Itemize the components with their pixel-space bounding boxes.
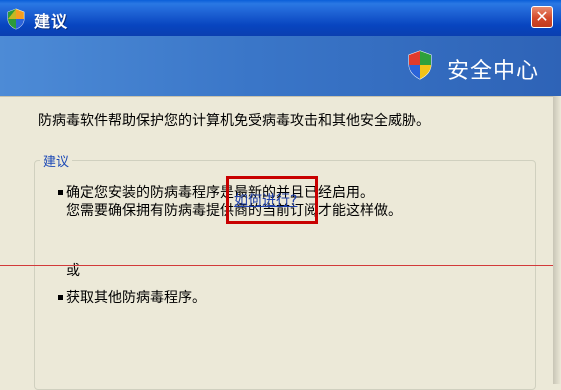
highlight-box [226, 176, 318, 224]
bullet2-text: 获取其他防病毒程序。 [66, 290, 206, 306]
bullet-icon [58, 190, 63, 195]
shield-icon [408, 50, 432, 80]
group-title: 建议 [40, 151, 73, 170]
security-center-banner: 安全中心 [0, 36, 561, 96]
close-button[interactable]: ✕ [531, 6, 553, 28]
close-icon: ✕ [535, 7, 549, 26]
intro-text: 防病毒软件帮助保护您的计算机免受病毒攻击和其他安全威胁。 [38, 113, 430, 129]
bullet-icon [58, 295, 63, 300]
title-bar[interactable]: 建议 ✕ [0, 0, 561, 36]
banner-title: 安全中心 [446, 59, 539, 84]
window-edge [553, 96, 561, 384]
bullet1-line1: 确定您安装的防病毒程序是最新的并且已经启用。 [66, 185, 374, 201]
shield-icon [7, 8, 25, 30]
dialog-content: 防病毒软件帮助保护您的计算机免受病毒攻击和其他安全威胁。 建议 确定您安装的防病… [0, 96, 561, 390]
red-guide-line [0, 265, 561, 266]
window-title: 建议 [34, 12, 69, 31]
or-text: 或 [66, 263, 80, 279]
